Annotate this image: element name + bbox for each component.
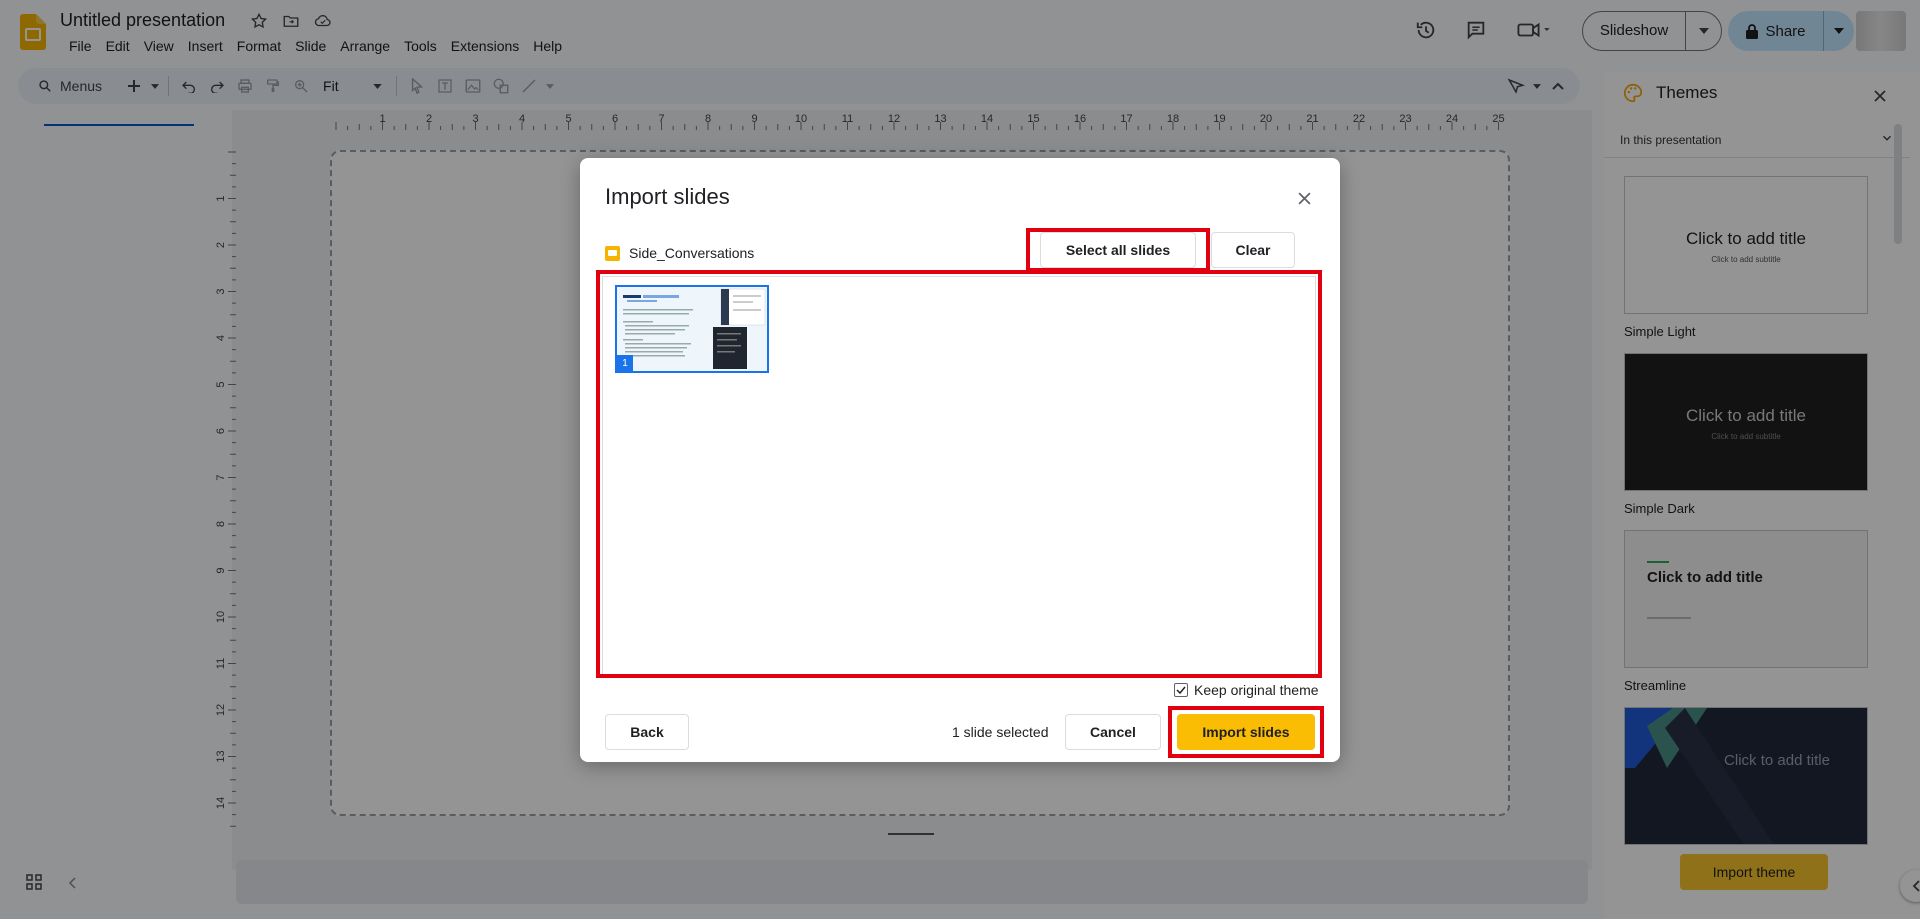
highlight-box — [1026, 228, 1210, 272]
slides-file-icon — [605, 245, 620, 261]
clear-button[interactable]: Clear — [1211, 232, 1295, 268]
dialog-title: Import slides — [605, 184, 730, 209]
close-icon[interactable] — [1292, 186, 1316, 210]
source-name: Side_Conversations — [629, 245, 755, 261]
selection-count: 1 slide selected — [952, 724, 1049, 740]
keep-theme-label: Keep original theme — [1194, 682, 1319, 698]
cancel-button[interactable]: Cancel — [1065, 714, 1161, 750]
checkmark-icon — [1176, 686, 1186, 694]
source-presentation: Side_Conversations — [605, 245, 754, 261]
back-button[interactable]: Back — [605, 714, 689, 750]
keep-theme-checkbox[interactable] — [1174, 683, 1188, 697]
highlight-box — [596, 270, 1322, 678]
import-slides-dialog: Import slides Side_Conversations Select … — [580, 158, 1340, 762]
keep-original-theme[interactable]: Keep original theme — [1174, 682, 1319, 698]
highlight-box — [1168, 706, 1324, 758]
